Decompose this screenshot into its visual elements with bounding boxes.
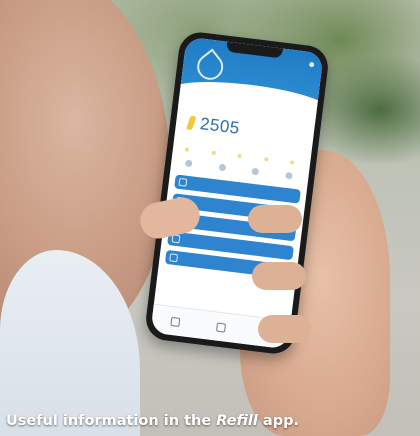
progress-dot — [289, 160, 295, 165]
stat-icon — [285, 171, 293, 180]
water-drop-icon — [191, 48, 229, 86]
settings-dot-icon[interactable] — [308, 61, 315, 68]
counter-value: 2505 — [199, 114, 241, 138]
stat-icon — [184, 159, 193, 168]
finger — [252, 262, 306, 290]
caption-text: Useful information in the — [6, 413, 217, 429]
tab-home[interactable] — [169, 316, 180, 327]
image-caption: Useful information in the Refill app. — [6, 413, 299, 429]
chat-icon — [178, 177, 188, 187]
finger — [258, 315, 312, 343]
photo-background: 2505 — [0, 0, 420, 436]
stat-icon — [218, 163, 227, 172]
progress-dot — [184, 147, 190, 152]
home-icon — [169, 316, 180, 327]
bottle-icon — [185, 115, 197, 131]
caption-app-name: Refill — [216, 413, 258, 429]
app-screen: 2505 — [150, 36, 324, 350]
caption-text-end: app. — [257, 413, 299, 429]
progress-dot — [237, 153, 242, 159]
refill-icon — [215, 321, 226, 333]
stat-icon — [251, 167, 260, 176]
tab-refill[interactable] — [215, 321, 226, 333]
progress-dot — [210, 150, 216, 156]
progress-dot — [263, 157, 269, 162]
profile-icon — [169, 253, 179, 263]
finger — [248, 205, 302, 233]
counter-row: 2505 — [185, 113, 241, 139]
